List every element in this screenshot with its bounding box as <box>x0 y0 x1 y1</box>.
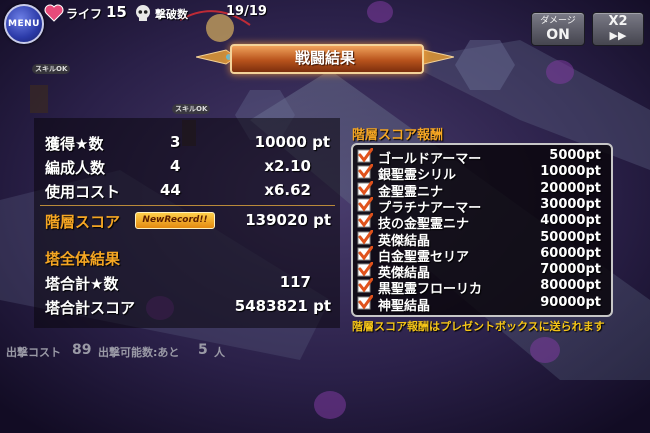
sortie-cost-value: 89 <box>72 342 92 358</box>
fast-forward-icon: ▶▶ <box>609 29 627 42</box>
damage-display-toggle[interactable]: ダメージ ON <box>531 12 585 46</box>
menu-button[interactable]: MENU <box>4 4 44 44</box>
sortie-remaining-label: 出撃可能数:あと <box>98 346 180 359</box>
divider <box>40 205 335 206</box>
party-size-label: 編成人数 <box>45 159 106 177</box>
stars-earned-label: 獲得★数 <box>45 135 104 153</box>
reward-row: 銀聖霊シリル 10000pt <box>357 164 605 183</box>
checkbox-checked-icon <box>357 245 373 261</box>
party-size-multiplier: x2.10 <box>264 157 311 175</box>
stars-earned-count: 3 <box>170 133 181 151</box>
reward-row: 金聖霊ニナ 20000pt <box>357 180 605 200</box>
checkbox-checked-icon <box>357 164 373 179</box>
skull-icon <box>136 5 150 21</box>
heart-icon <box>44 4 64 22</box>
reward-points: 60000pt <box>540 245 601 261</box>
reward-row: ゴールドアーマー 5000pt <box>357 148 605 167</box>
tower-section-title: 塔全体結果 <box>45 250 121 268</box>
reward-delivery-note: 階層スコア報酬はプレゼントボックスに送られます <box>352 320 605 333</box>
checkbox-checked-icon <box>357 180 373 196</box>
reward-row: 英傑結晶 50000pt <box>357 229 605 249</box>
reward-name: 神聖結晶 <box>378 298 431 314</box>
reward-row: 神聖結晶 90000pt <box>357 294 605 314</box>
sortie-remaining-unit: 人 <box>214 346 225 359</box>
reward-points: 5000pt <box>549 148 601 163</box>
floor-score-value: 139020 pt <box>245 211 331 229</box>
reward-row: 白金聖霊セリア 60000pt <box>357 245 605 265</box>
checkbox-checked-icon <box>357 229 373 244</box>
damage-toggle-state: ON <box>546 27 570 43</box>
reward-points: 30000pt <box>540 196 601 212</box>
tower-total-stars-value: 117 <box>279 273 311 291</box>
reward-points: 40000pt <box>540 213 601 229</box>
cost-used-count: 44 <box>160 181 181 199</box>
stars-earned-value: 10000 pt <box>254 133 330 151</box>
cost-used-multiplier: x6.62 <box>264 181 311 199</box>
party-size-count: 4 <box>170 157 181 175</box>
reward-points: 70000pt <box>540 262 601 278</box>
new-record-badge: NewRecord!! <box>135 212 215 229</box>
checkbox-checked-icon <box>357 294 373 310</box>
reward-points: 50000pt <box>540 229 601 245</box>
kills-value: 19/19 <box>226 4 267 19</box>
reward-list-title: 階層スコア報酬 <box>352 128 444 143</box>
reward-row: 英傑結晶 70000pt <box>357 262 605 281</box>
sortie-remaining-value: 5 <box>198 342 208 358</box>
kills-label: 撃破数 <box>155 8 188 21</box>
speed-multiplier: X2 <box>608 14 628 29</box>
checkbox-checked-icon <box>357 262 373 277</box>
checkbox-checked-icon <box>357 278 373 293</box>
checkbox-checked-icon <box>357 148 373 163</box>
life-label: ライフ <box>66 7 103 21</box>
reward-row: 技の金聖霊ニナ 40000pt <box>357 213 605 232</box>
skill-ok-tag: スキルOK <box>172 104 211 114</box>
reward-points: 90000pt <box>540 294 601 310</box>
cost-used-label: 使用コスト <box>45 183 121 201</box>
tower-total-stars-label: 塔合計★数 <box>45 275 119 293</box>
reward-points: 10000pt <box>540 164 601 180</box>
checkbox-checked-icon <box>357 213 373 228</box>
speed-toggle-button[interactable]: X2 ▶▶ <box>592 12 644 46</box>
floor-score-label: 階層スコア <box>45 213 121 231</box>
checkbox-checked-icon <box>357 196 373 212</box>
reward-row: プラチナアーマー 30000pt <box>357 196 605 216</box>
reward-points: 80000pt <box>540 278 601 294</box>
battle-result-title: 戦闘結果 <box>294 49 355 67</box>
sortie-cost-label: 出撃コスト <box>6 346 61 359</box>
tower-total-score-value: 5483821 pt <box>234 297 331 315</box>
tower-total-score-label: 塔合計スコア <box>45 299 136 317</box>
life-value: 15 <box>106 3 127 21</box>
reward-row: 黒聖霊フローリカ 80000pt <box>357 278 605 297</box>
reward-points: 20000pt <box>540 180 601 196</box>
